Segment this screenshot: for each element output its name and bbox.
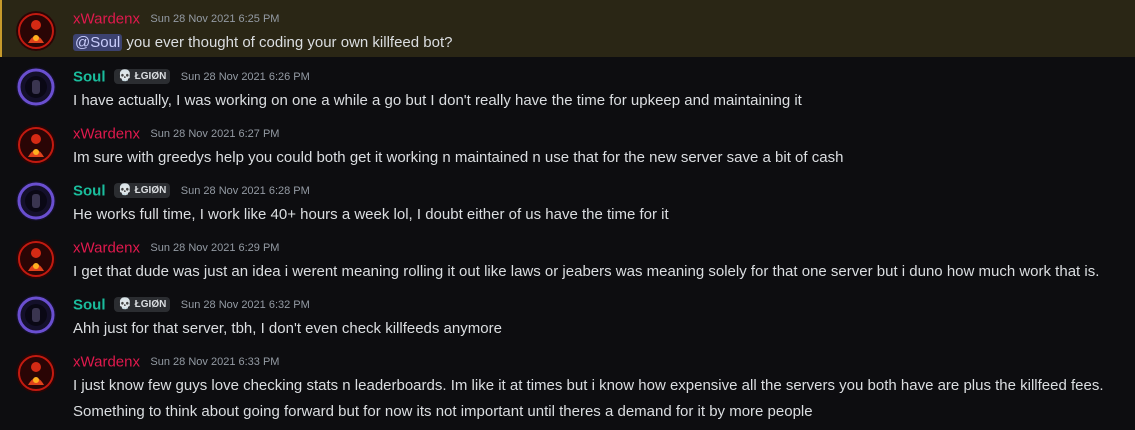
message-item: Soul 💀 ŁGIØN Sun 28 Nov 2021 6:26 PM I ha… (0, 57, 1135, 114)
skull-icon: 💀 (117, 298, 132, 311)
message-item: Soul 💀 ŁGIØN Sun 28 Nov 2021 6:28 PM He w… (0, 171, 1135, 228)
message-header: xWardenx Sun 28 Nov 2021 6:33 PM (73, 353, 279, 373)
avatar-soul[interactable] (16, 295, 56, 335)
skull-icon: 💀 (117, 184, 132, 197)
avatar-xwardenx[interactable] (16, 125, 56, 165)
message-text: @Soul you ever thought of coding your ow… (73, 34, 453, 51)
message-text: Im sure with greedys help you could both… (73, 149, 844, 166)
message-item: Soul 💀 ŁGIØN Sun 28 Nov 2021 6:32 PM Ahh … (0, 285, 1135, 342)
avatar-xwardenx[interactable] (16, 353, 56, 393)
timestamp[interactable]: Sun 28 Nov 2021 6:26 PM (181, 71, 310, 83)
message-header: Soul 💀 ŁGIØN Sun 28 Nov 2021 6:32 PM (73, 296, 310, 316)
skull-icon: 💀 (117, 70, 132, 83)
username[interactable]: Soul (73, 182, 106, 199)
message-header: xWardenx Sun 28 Nov 2021 6:29 PM (73, 239, 279, 259)
timestamp[interactable]: Sun 28 Nov 2021 6:25 PM (150, 13, 279, 25)
timestamp[interactable]: Sun 28 Nov 2021 6:27 PM (150, 128, 279, 140)
username[interactable]: xWardenx (73, 10, 140, 27)
message-text: Something to think about going forward b… (73, 403, 813, 420)
message-item: xWardenx Sun 28 Nov 2021 6:33 PM I just … (0, 342, 1135, 430)
avatar-xwardenx[interactable] (16, 11, 56, 51)
username[interactable]: xWardenx (73, 353, 140, 370)
guild-tag[interactable]: 💀 ŁGIØN (113, 69, 171, 85)
message-header: xWardenx Sun 28 Nov 2021 6:25 PM (73, 10, 279, 30)
message-item: xWardenx Sun 28 Nov 2021 6:27 PM Im sure… (0, 114, 1135, 171)
username[interactable]: Soul (73, 296, 106, 313)
timestamp[interactable]: Sun 28 Nov 2021 6:32 PM (181, 299, 310, 311)
timestamp[interactable]: Sun 28 Nov 2021 6:29 PM (150, 242, 279, 254)
message-header: Soul 💀 ŁGIØN Sun 28 Nov 2021 6:26 PM (73, 68, 310, 88)
message-text: I just know few guys love checking stats… (73, 377, 1104, 394)
timestamp[interactable]: Sun 28 Nov 2021 6:28 PM (181, 185, 310, 197)
timestamp[interactable]: Sun 28 Nov 2021 6:33 PM (150, 356, 279, 368)
message-header: xWardenx Sun 28 Nov 2021 6:27 PM (73, 125, 279, 145)
username[interactable]: xWardenx (73, 125, 140, 142)
message-text: I have actually, I was working on one a … (73, 92, 802, 109)
chat-log: xWardenx Sun 28 Nov 2021 6:25 PM @Soul y… (0, 0, 1135, 430)
guild-tag[interactable]: 💀 ŁGIØN (113, 297, 171, 313)
username[interactable]: xWardenx (73, 239, 140, 256)
message-text: I get that dude was just an idea i weren… (73, 263, 1100, 280)
user-mention[interactable]: @Soul (73, 34, 123, 51)
avatar-soul[interactable] (16, 181, 56, 221)
message-item: xWardenx Sun 28 Nov 2021 6:25 PM @Soul y… (0, 0, 1135, 57)
message-header: Soul 💀 ŁGIØN Sun 28 Nov 2021 6:28 PM (73, 182, 310, 202)
username[interactable]: Soul (73, 68, 106, 85)
message-item: xWardenx Sun 28 Nov 2021 6:29 PM I get t… (0, 228, 1135, 285)
message-text: Ahh just for that server, tbh, I don't e… (73, 320, 502, 337)
message-text: He works full time, I work like 40+ hour… (73, 206, 669, 223)
avatar-xwardenx[interactable] (16, 239, 56, 279)
avatar-soul[interactable] (16, 67, 56, 107)
guild-tag[interactable]: 💀 ŁGIØN (113, 183, 171, 199)
